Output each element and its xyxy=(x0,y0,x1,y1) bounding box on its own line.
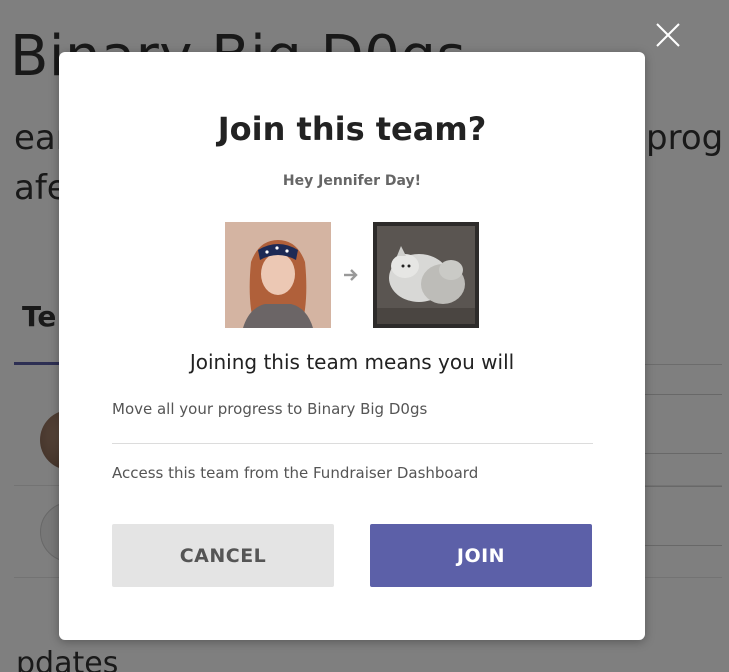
cancel-button[interactable]: CANCEL xyxy=(112,524,334,587)
dialog-subheading: Joining this team means you will xyxy=(189,350,515,374)
screen: Binary Big D0gs ear prog afe Te pdates J… xyxy=(0,0,729,672)
close-icon xyxy=(656,23,680,47)
arrow-right-icon xyxy=(344,269,358,281)
team-avatar xyxy=(373,222,479,328)
dialog-greeting: Hey Jennifer Day! xyxy=(282,173,422,189)
benefit-item: Access this team from the Fundraiser Das… xyxy=(112,464,479,482)
join-button[interactable]: JOIN xyxy=(370,524,592,587)
benefit-divider xyxy=(112,443,593,444)
dialog-title: Join this team? xyxy=(217,110,487,148)
user-avatar xyxy=(225,222,331,328)
benefit-item: Move all your progress to Binary Big D0g… xyxy=(112,400,428,418)
join-team-dialog: Join this team? Hey Jennifer Day! Joinin… xyxy=(59,52,645,640)
close-button[interactable] xyxy=(651,18,685,52)
